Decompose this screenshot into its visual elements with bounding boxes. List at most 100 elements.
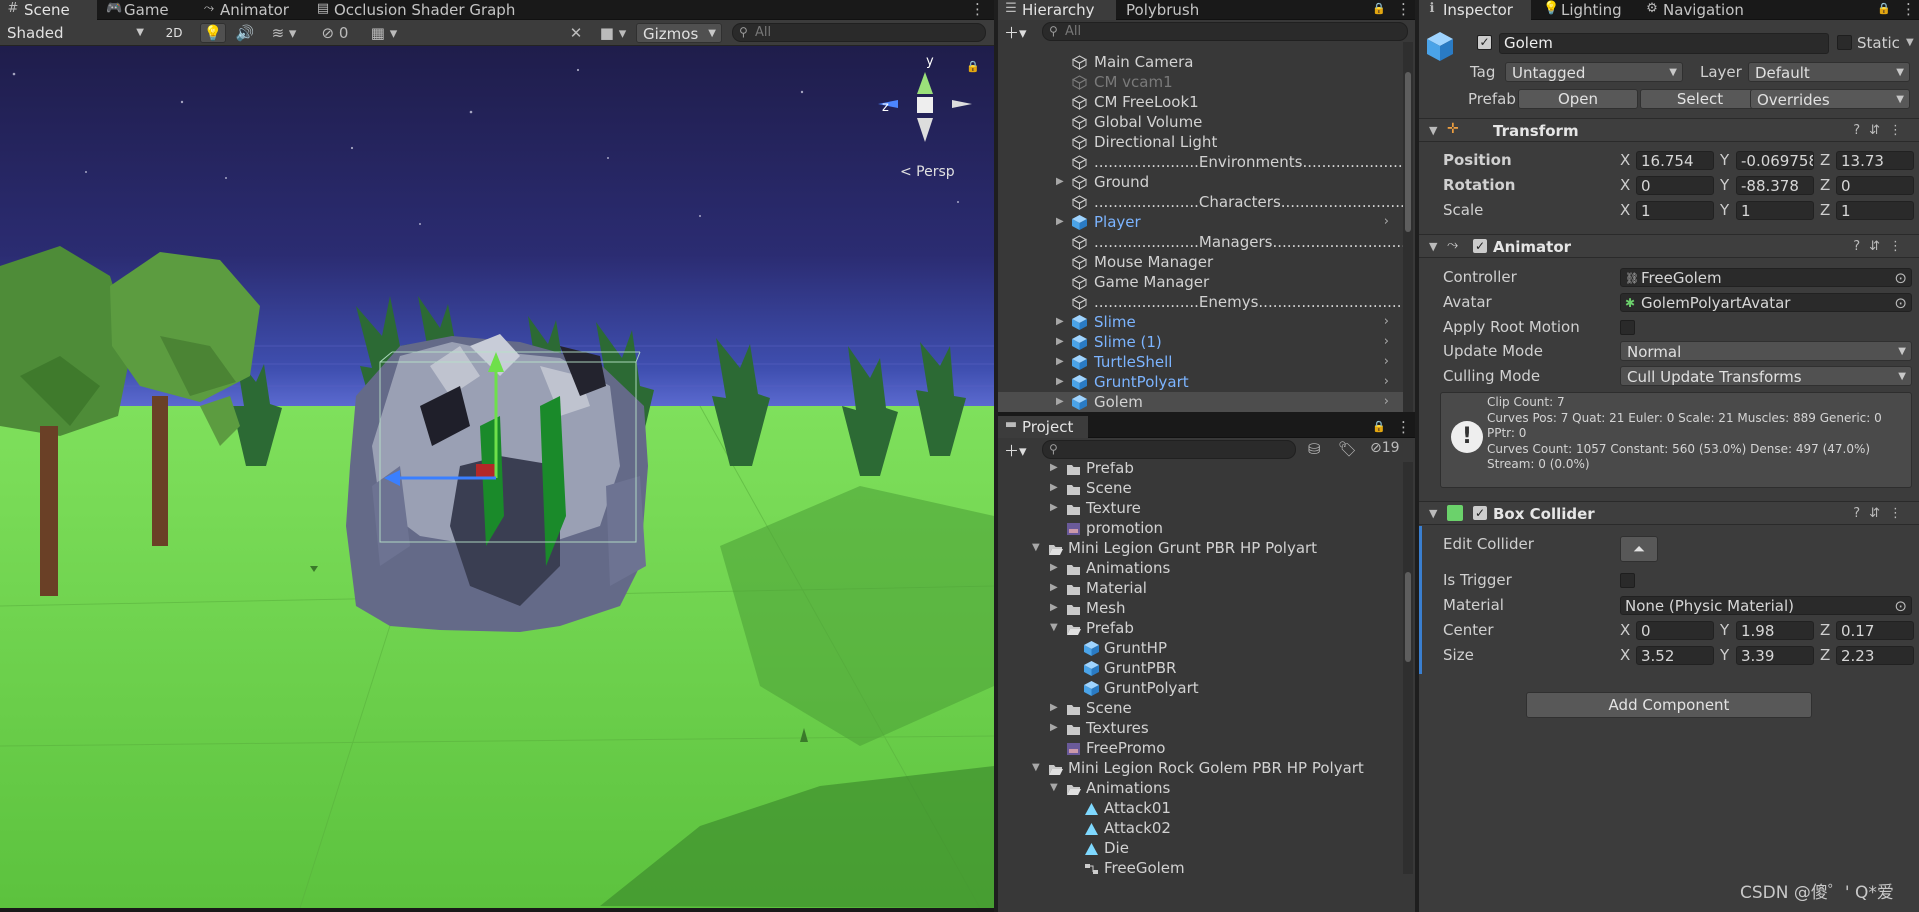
project-item[interactable]: FreePromo (998, 738, 1403, 758)
avatar-field[interactable]: ✱ GolemPolyartAvatar ⊙ (1620, 293, 1912, 312)
more-menu-icon[interactable]: ⋮ (1901, 0, 1916, 18)
component-menu-icons[interactable]: ?⇵⋮ (1853, 236, 1911, 258)
open-prefab-button[interactable]: Open (1518, 89, 1638, 109)
foldout-arrow-icon[interactable]: ▶ (1056, 212, 1064, 232)
project-item[interactable]: ▶ Prefab (998, 462, 1403, 478)
culling-mode-dropdown[interactable]: Cull Update Transforms ▼ (1620, 366, 1912, 386)
project-item[interactable]: Attack01 (998, 798, 1403, 818)
axis-y-label[interactable]: Y (1720, 620, 1729, 640)
search-by-type-icon[interactable]: ⛁ (1308, 440, 1321, 458)
foldout-arrow-icon[interactable]: ▶ (1056, 312, 1064, 332)
foldout-arrow-icon[interactable]: ▶ (1050, 578, 1058, 598)
chevron-right-icon[interactable]: › (1384, 312, 1389, 332)
hierarchy-item[interactable]: ▶ TurtleShell › (998, 352, 1403, 372)
transform-header[interactable]: ▼ ✛ Transform ?⇵⋮ (1419, 118, 1919, 142)
project-item[interactable]: ▶ Textures (998, 718, 1403, 738)
tab-hierarchy[interactable]: ☰ Hierarchy (998, 0, 1116, 20)
axis-x-label[interactable]: X (1620, 200, 1630, 220)
object-picker-icon[interactable]: ⊙ (1894, 597, 1907, 614)
lock-icon[interactable]: 🔒 (966, 60, 980, 73)
axis-x-label[interactable]: X (1620, 620, 1630, 640)
more-menu-icon[interactable]: ⋮ (1396, 0, 1411, 18)
lock-icon[interactable]: 🔒 (1877, 0, 1891, 18)
project-item[interactable]: ▼ Mini Legion Rock Golem PBR HP Polyart (998, 758, 1403, 778)
project-item[interactable]: Die (998, 838, 1403, 858)
project-item[interactable]: ▶ Texture (998, 498, 1403, 518)
center-z-field[interactable]: 0.17 (1836, 621, 1914, 640)
position-y-field[interactable]: -0.069758 (1736, 151, 1814, 170)
foldout-arrow-icon[interactable]: ▶ (1050, 498, 1058, 518)
chevron-right-icon[interactable]: › (1384, 352, 1389, 372)
apply-root-motion-checkbox[interactable] (1620, 320, 1635, 335)
project-search-input[interactable]: ⚲ (1042, 440, 1296, 459)
tab-scene[interactable]: # Scene (0, 0, 97, 20)
overrides-dropdown[interactable]: Overrides ▼ (1750, 89, 1910, 109)
center-x-field[interactable]: 0 (1636, 621, 1714, 640)
rotation-z-field[interactable]: 0 (1836, 176, 1914, 195)
axis-z-label[interactable]: Z (1820, 200, 1830, 220)
project-item[interactable]: ▶ Mesh (998, 598, 1403, 618)
foldout-arrow-icon[interactable]: ▶ (1056, 372, 1064, 392)
toggle-2d-button[interactable]: 2D (160, 23, 188, 43)
foldout-arrow-icon[interactable]: ▶ (1056, 332, 1064, 352)
foldout-arrow-icon[interactable]: ▶ (1050, 558, 1058, 578)
chevron-right-icon[interactable]: › (1384, 212, 1389, 232)
rotation-y-field[interactable]: -88.378 (1736, 176, 1814, 195)
hidden-objects-button[interactable]: ⊘ 0 (316, 23, 354, 43)
hierarchy-item[interactable]: ▶ Slime › (998, 312, 1403, 332)
center-y-field[interactable]: 1.98 (1736, 621, 1814, 640)
create-button[interactable]: ＋▾ (1004, 22, 1027, 43)
update-mode-dropdown[interactable]: Normal ▼ (1620, 341, 1912, 361)
project-item[interactable]: ▶ Material (998, 578, 1403, 598)
tab-inspector[interactable]: ℹ Inspector (1419, 0, 1531, 20)
project-item[interactable]: promotion (998, 518, 1403, 538)
tab-project[interactable]: ▬ Project (998, 416, 1088, 438)
project-item[interactable]: GruntHP (998, 638, 1403, 658)
axis-z-label[interactable]: Z (1820, 175, 1830, 195)
axis-z-label[interactable]: Z (1820, 150, 1830, 170)
hierarchy-item[interactable]: Mouse Manager (998, 252, 1403, 272)
shading-mode-dropdown[interactable]: Shaded ▼ (0, 22, 150, 42)
foldout-arrow-icon[interactable]: ▶ (1056, 392, 1064, 412)
object-picker-icon[interactable]: ⊙ (1894, 294, 1907, 311)
project-item[interactable]: ▶ Scene (998, 478, 1403, 498)
lock-icon[interactable]: 🔒 (1372, 0, 1386, 18)
box-collider-header[interactable]: ▼ ✓ Box Collider ?⇵⋮ (1419, 501, 1919, 525)
tab-occlusion-shader-graph[interactable]: ▤ Occlusion Shader Graph (310, 0, 530, 20)
tab-lighting[interactable]: 💡 Lighting (1537, 0, 1637, 20)
foldout-arrow-icon[interactable]: ▶ (1050, 462, 1058, 478)
audio-toggle-button[interactable]: 🔊 (232, 23, 258, 43)
hierarchy-item[interactable]: ......................Characters........… (998, 192, 1403, 212)
layer-dropdown[interactable]: Default ▼ (1748, 62, 1910, 82)
hierarchy-item[interactable]: Main Camera (998, 52, 1403, 72)
edit-collider-button[interactable]: ⏶ (1620, 536, 1658, 562)
more-menu-icon[interactable]: ⋮ (1396, 418, 1411, 436)
foldout-arrow-icon[interactable]: ▼ (1032, 538, 1040, 558)
hierarchy-scrollbar[interactable] (1403, 42, 1413, 412)
component-menu-icons[interactable]: ?⇵⋮ (1853, 503, 1911, 525)
hierarchy-item[interactable]: ......................Environments......… (998, 152, 1403, 172)
axis-y-label[interactable]: Y (1720, 645, 1729, 665)
project-scrollbar[interactable] (1403, 462, 1413, 874)
hierarchy-item[interactable]: ......................Managers..........… (998, 232, 1403, 252)
axis-x-label[interactable]: X (1620, 150, 1630, 170)
size-z-field[interactable]: 2.23 (1836, 646, 1914, 665)
axis-x-label[interactable]: X (1620, 175, 1630, 195)
foldout-arrow-icon[interactable]: ▼ (1050, 618, 1058, 638)
enabled-checkbox[interactable]: ✓ (1473, 239, 1487, 253)
scene-search-input[interactable]: ⚲ All (732, 23, 986, 42)
size-x-field[interactable]: 3.52 (1636, 646, 1714, 665)
foldout-arrow-icon[interactable]: ▼ (1050, 778, 1058, 798)
select-prefab-button[interactable]: Select (1640, 89, 1760, 109)
foldout-arrow-icon[interactable]: ▼ (1032, 758, 1040, 778)
camera-settings-button[interactable]: ■ ▾ (594, 23, 632, 43)
tab-animator[interactable]: ⤳ Animator (196, 0, 306, 20)
foldout-arrow-icon[interactable]: ▶ (1050, 598, 1058, 618)
project-item[interactable]: ▼ Animations (998, 778, 1403, 798)
foldout-arrow-icon[interactable]: ▶ (1050, 478, 1058, 498)
project-item[interactable]: ▼ Mini Legion Grunt PBR HP Polyart (998, 538, 1403, 558)
search-by-label-icon[interactable]: 🏷 (1338, 440, 1357, 458)
hidden-packages-button[interactable]: ⊘19 (1370, 440, 1400, 456)
axis-y-label[interactable]: Y (1720, 175, 1729, 195)
hierarchy-item[interactable]: Game Manager (998, 272, 1403, 292)
